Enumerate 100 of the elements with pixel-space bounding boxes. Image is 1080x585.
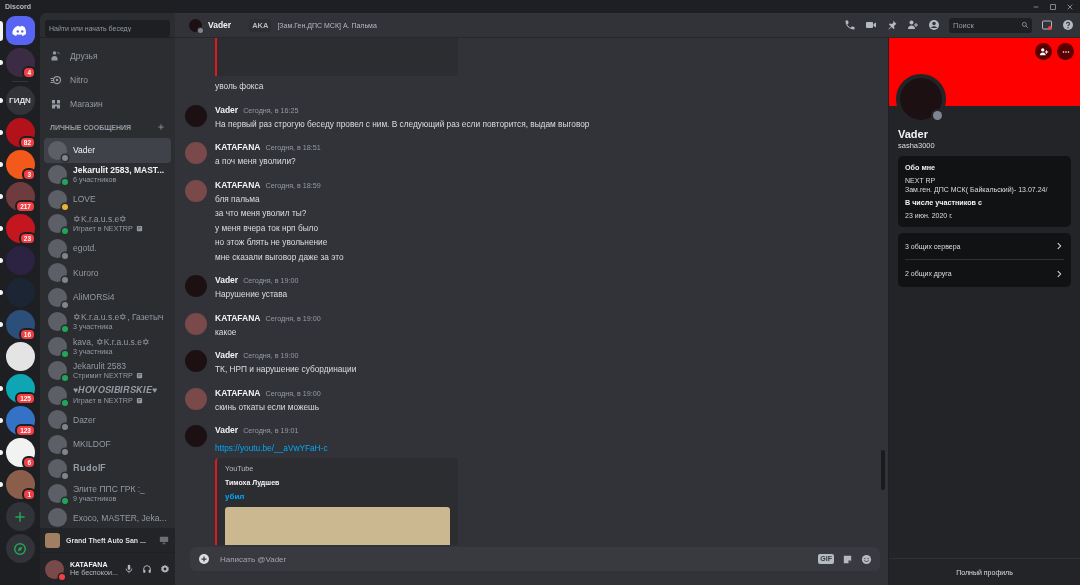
add-friend-icon	[1038, 46, 1049, 57]
emoji-icon[interactable]	[861, 553, 872, 565]
dm-item[interactable]: Kuroro	[44, 260, 171, 285]
dm-name: Элите ППС ГРК :_	[73, 483, 145, 494]
pin-icon[interactable]	[886, 19, 898, 31]
dm-name: MKILDOF	[73, 439, 111, 450]
message-text: у меня вчера ток нрп было	[215, 221, 320, 235]
author-name[interactable]: KATAFANA	[215, 179, 261, 190]
dm-name: Exoco, MASTER, Jeka...	[73, 512, 167, 523]
person-icon	[50, 50, 62, 62]
dm-item[interactable]: Dazer	[44, 407, 171, 432]
more-button[interactable]	[1057, 43, 1074, 60]
server-icon[interactable]: ГИДN	[5, 86, 35, 115]
nav-link[interactable]: Друзья	[70, 51, 98, 61]
home-button[interactable]	[5, 16, 35, 45]
headphones-icon[interactable]	[142, 564, 152, 574]
video-camera-icon[interactable]	[865, 19, 877, 31]
message-text: На первый раз строгую беседу провел с ним. В следующий раз если повторится, выдам выговор	[215, 117, 590, 131]
search-icon	[1021, 21, 1029, 29]
selected-indicator	[0, 20, 3, 41]
help-icon[interactable]	[1062, 19, 1074, 31]
server-icon[interactable]	[5, 438, 35, 467]
author-name[interactable]: KATAFANA	[215, 312, 261, 323]
message-text: какое	[215, 325, 238, 339]
dm-item[interactable]: LOVE	[44, 187, 171, 212]
dm-name: Kuroro	[73, 267, 99, 278]
chevron-icon	[1054, 241, 1064, 251]
explore-button[interactable]	[5, 534, 35, 563]
server-icon[interactable]	[5, 214, 35, 243]
avatar	[48, 508, 67, 528]
message-text: за что меня уволил ты?	[215, 207, 308, 220]
message-input[interactable]: Написать @Vader	[218, 553, 811, 565]
dm-name: ♥𝑯𝑶𝑽𝑶𝑺𝑰𝑩𝑰𝑹𝑺𝑲𝑰𝑬♥	[73, 385, 158, 397]
unread-indicator	[0, 194, 3, 199]
author-name[interactable]: Vader	[215, 275, 239, 285]
phone-icon[interactable]	[844, 19, 856, 31]
display-name: Vader	[898, 128, 929, 140]
unread-indicator	[0, 386, 3, 391]
dm-item[interactable]: AliMORSi4	[44, 285, 171, 310]
close-icon[interactable]	[1066, 2, 1074, 11]
dm-name: LOVE	[73, 194, 96, 205]
unread-indicator	[0, 98, 3, 103]
message-text: но этож блять не увольнение	[215, 236, 329, 249]
dm-item[interactable]: Exoco, MASTER, Jeka...	[44, 505, 171, 528]
dm-name: AliMORSi4	[73, 292, 115, 303]
dm-name: Jekarulit 2583	[73, 361, 127, 372]
store-icon	[50, 98, 62, 110]
dm-name: Vader	[73, 145, 96, 156]
maximize-icon[interactable]	[1049, 2, 1057, 11]
sticker-icon[interactable]	[842, 553, 853, 565]
author-name[interactable]: KATAFANA	[215, 142, 261, 152]
dm-name: ✡K.r.a.u.s.e✡, Газетыч	[73, 312, 164, 323]
inbox-icon[interactable]	[1041, 19, 1053, 31]
dm-item[interactable]: Vader	[44, 138, 171, 163]
user-profile-icon[interactable]	[928, 19, 940, 31]
channel-title: Vader	[208, 20, 232, 30]
dm-name: Dazer	[73, 414, 96, 425]
plus-icon	[13, 509, 27, 524]
unread-indicator	[0, 226, 3, 231]
unread-indicator	[0, 162, 3, 167]
author-name[interactable]: Vader	[215, 104, 239, 115]
nav-link[interactable]: Nitro	[70, 75, 88, 85]
dm-item[interactable]: egotd.	[44, 236, 171, 261]
author-name[interactable]: Vader	[215, 350, 239, 360]
message-link[interactable]: https://youtu.be/__aVwYFaH-c	[215, 443, 328, 453]
unread-indicator	[0, 450, 3, 455]
compass-icon	[13, 541, 27, 556]
message-text: бля пальма	[215, 192, 261, 206]
message-text: а поч меня уволили?	[215, 155, 297, 168]
game-image	[45, 532, 60, 548]
server-icon[interactable]	[5, 342, 35, 371]
dm-name: 𝐑𝐮𝐝𝐨𝐥𝐅	[73, 463, 106, 475]
unread-indicator	[0, 60, 3, 65]
plus-icon[interactable]	[157, 123, 165, 131]
settings-icon[interactable]	[160, 564, 170, 574]
message-text: ТК, НРП и нарушение субординации	[215, 363, 357, 376]
add-attachment-icon[interactable]	[198, 553, 210, 565]
nav-link[interactable]: Магазин	[70, 99, 103, 109]
message-text: мне сказали выговор даже за это	[215, 250, 344, 264]
dm-name: kava, ✡K.r.a.u.s.e✡	[73, 336, 150, 347]
message-text: скинь откаты если можешь	[215, 400, 321, 414]
add-friend-icon[interactable]	[907, 19, 919, 31]
author-name[interactable]: KATAFANA	[215, 387, 261, 398]
embed-title[interactable]: убил	[225, 491, 450, 501]
dm-name: egotd.	[73, 243, 97, 254]
microphone-icon[interactable]	[124, 564, 134, 574]
add-server-button[interactable]	[5, 502, 35, 531]
dm-name: ✡K.r.a.u.s.e✡	[73, 214, 129, 225]
unread-indicator	[0, 258, 3, 263]
speed-wheel-icon	[50, 74, 62, 86]
dm-name: Jekarulit 2583, MAST...	[73, 165, 165, 176]
author-name[interactable]: Vader	[215, 425, 239, 435]
dm-item[interactable]: 𝐑𝐮𝐝𝐨𝐥𝐅	[44, 456, 171, 481]
message-text: уволь фокса	[215, 80, 265, 93]
dm-item[interactable]: MKILDOF	[44, 432, 171, 457]
unread-indicator	[0, 322, 3, 327]
monitor-icon[interactable]	[159, 535, 169, 545]
unread-indicator	[0, 130, 3, 135]
unread-indicator	[0, 290, 3, 295]
add-friend-button[interactable]	[1035, 43, 1052, 60]
